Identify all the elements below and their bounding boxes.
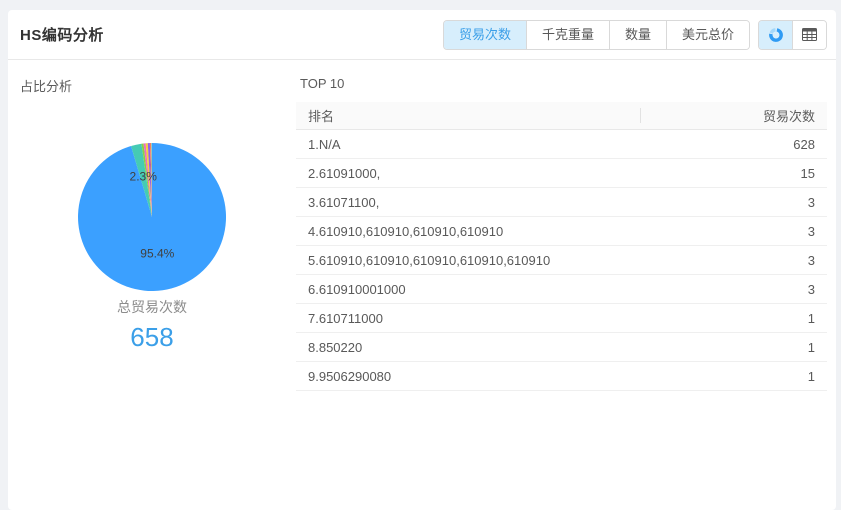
total-trades-value: 658 — [8, 322, 296, 353]
header-controls: 贸易次数千克重量数量美元总价 — [443, 20, 827, 50]
pie-chart: 95.4% 2.3% — [77, 142, 227, 292]
table-row: 1.N/A628 — [296, 130, 827, 159]
trade-count-cell: 1 — [641, 362, 827, 391]
rank-cell: 8.850220 — [296, 333, 641, 362]
card-header: HS编码分析 贸易次数千克重量数量美元总价 — [8, 10, 836, 60]
view-toggle-group — [758, 20, 827, 50]
trade-count-cell: 628 — [641, 130, 827, 159]
table-row: 9.95062900801 — [296, 362, 827, 391]
pie-chart-container: 95.4% 2.3% — [77, 142, 227, 292]
metric-tab-0[interactable]: 贸易次数 — [444, 21, 526, 49]
total-trades-label: 总贸易次数 — [8, 297, 296, 317]
metric-tab-group: 贸易次数千克重量数量美元总价 — [443, 20, 750, 50]
trade-count-cell: 1 — [641, 304, 827, 333]
table-row: 6.6109100010003 — [296, 275, 827, 304]
page-title: HS编码分析 — [20, 24, 104, 45]
trade-count-cell: 3 — [641, 246, 827, 275]
table-row: 2.61091000,15 — [296, 159, 827, 188]
trade-count-column-header: 贸易次数 — [641, 102, 827, 130]
pie-chart-view-button[interactable] — [759, 21, 792, 49]
pie-percent-label: 95.4% — [140, 247, 174, 261]
rank-cell: 4.610910,610910,610910,610910 — [296, 217, 641, 246]
top10-table: 排名 贸易次数 1.N/A6282.61091000,153.61071100,… — [296, 102, 827, 391]
top10-panel: TOP 10 排名 贸易次数 1.N/A6282.61091000,153.61… — [296, 60, 836, 443]
rank-cell: 3.61071100, — [296, 188, 641, 217]
rank-cell: 6.610910001000 — [296, 275, 641, 304]
rank-cell: 2.61091000, — [296, 159, 641, 188]
table-row: 3.61071100,3 — [296, 188, 827, 217]
rank-cell: 1.N/A — [296, 130, 641, 159]
trade-count-cell: 3 — [641, 217, 827, 246]
table-icon — [802, 28, 817, 41]
table-header-row: 排名 贸易次数 — [296, 102, 827, 130]
table-view-button[interactable] — [792, 21, 826, 49]
totals-block: 总贸易次数 658 — [8, 297, 296, 353]
metric-tab-2[interactable]: 数量 — [609, 21, 666, 49]
rank-cell: 9.9506290080 — [296, 362, 641, 391]
top10-title: TOP 10 — [300, 76, 827, 91]
pie-chart-icon — [768, 27, 784, 43]
metric-tab-1[interactable]: 千克重量 — [526, 21, 609, 49]
proportion-panel-title: 占比分析 — [20, 76, 72, 95]
table-row: 4.610910,610910,610910,6109103 — [296, 217, 827, 246]
trade-count-cell: 3 — [641, 188, 827, 217]
table-row: 8.8502201 — [296, 333, 827, 362]
rank-cell: 7.610711000 — [296, 304, 641, 333]
rank-cell: 5.610910,610910,610910,610910,610910 — [296, 246, 641, 275]
card-body: 占比分析 95.4% 2.3% 总贸易次数 658 TOP 10 排名 贸易次数 … — [8, 60, 836, 443]
proportion-panel: 占比分析 95.4% 2.3% 总贸易次数 658 — [8, 60, 296, 443]
pie-percent-label: 2.3% — [130, 170, 158, 184]
metric-tab-3[interactable]: 美元总价 — [666, 21, 749, 49]
trade-count-cell: 3 — [641, 275, 827, 304]
table-row: 7.6107110001 — [296, 304, 827, 333]
hs-code-analysis-card: HS编码分析 贸易次数千克重量数量美元总价 占比分析 95.4%2.3% 总贸易… — [8, 10, 836, 510]
pie-slice[interactable] — [78, 143, 226, 291]
trade-count-cell: 15 — [641, 159, 827, 188]
trade-count-cell: 1 — [641, 333, 827, 362]
rank-column-header: 排名 — [296, 102, 641, 130]
table-row: 5.610910,610910,610910,610910,6109103 — [296, 246, 827, 275]
